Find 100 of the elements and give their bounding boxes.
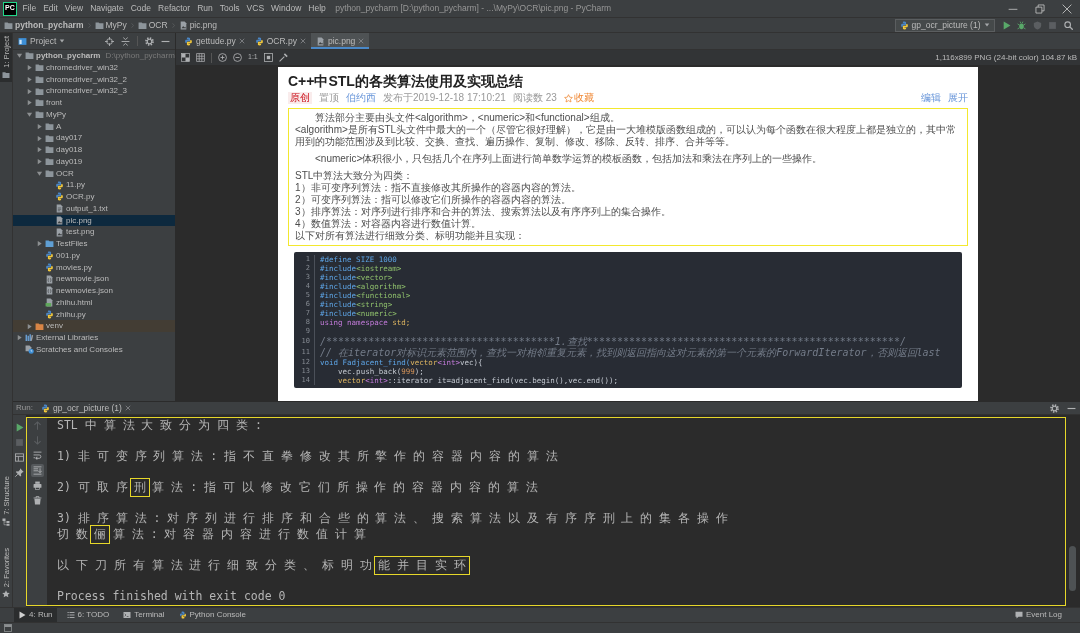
menu-item[interactable]: Navigate	[86, 1, 128, 16]
menu-item[interactable]: Tools	[216, 1, 244, 16]
project-view-dropdown[interactable]: Project	[18, 35, 66, 47]
tree-item[interactable]: Scratches and Consoles	[13, 343, 175, 356]
tree-item[interactable]: 001.py	[13, 249, 175, 262]
tree-item[interactable]: venv	[13, 320, 175, 332]
editor-tab[interactable]: OCR.py	[249, 33, 311, 49]
tree-item[interactable]: External Libraries	[13, 332, 175, 344]
search-icon[interactable]	[1063, 20, 1073, 30]
tree-item[interactable]: day018	[13, 144, 175, 156]
close-icon[interactable]	[299, 38, 306, 44]
tree-item[interactable]: chromedriver_win32_3	[13, 85, 175, 97]
breadcrumb[interactable]: python_pycharm	[4, 19, 84, 31]
menu-item[interactable]: Refactor	[154, 1, 194, 16]
image-file-icon	[55, 227, 64, 237]
tree-item[interactable]: 11.py	[13, 179, 175, 191]
run-icon[interactable]	[15, 423, 24, 432]
tree-item[interactable]: A	[13, 120, 175, 133]
right-triangle-icon[interactable]	[26, 75, 33, 83]
square-icon[interactable]	[4, 624, 12, 632]
down-triangle-icon[interactable]	[26, 111, 33, 119]
tree-item[interactable]: day017	[13, 132, 175, 144]
settings-icon[interactable]	[1050, 403, 1059, 413]
tool-window-button[interactable]: Event Log	[1010, 608, 1066, 622]
crosshair-icon[interactable]	[105, 36, 114, 46]
right-triangle-icon[interactable]	[26, 87, 33, 95]
menu-item[interactable]: VCS	[243, 1, 268, 16]
tree-item[interactable]: python_pycharm D:\python_pycharm	[13, 50, 175, 62]
eyedropper-icon[interactable]	[278, 53, 288, 62]
right-triangle-icon[interactable]	[36, 158, 43, 166]
menu-item[interactable]: View	[61, 1, 87, 16]
menu-item[interactable]: Run	[193, 1, 217, 16]
fit-to-window-icon[interactable]	[263, 53, 273, 62]
author-link[interactable]: 伯约西	[346, 92, 376, 104]
down-triangle-icon[interactable]	[16, 52, 23, 60]
collapse-all-icon[interactable]	[121, 36, 130, 46]
close-icon[interactable]	[124, 405, 131, 411]
post-action-link[interactable]: 编辑	[921, 92, 941, 104]
right-triangle-icon[interactable]	[16, 334, 23, 342]
close-icon[interactable]	[238, 38, 245, 44]
breadcrumb[interactable]: MyPy	[94, 19, 127, 31]
editor-tab[interactable]: pic.png	[310, 33, 370, 49]
right-triangle-icon[interactable]	[36, 122, 43, 130]
checkerboard-icon[interactable]	[181, 53, 190, 62]
tree-item[interactable]: zhihu.py	[13, 308, 175, 321]
menu-item[interactable]: Help	[304, 1, 330, 16]
soft-wrap-icon[interactable]	[32, 451, 42, 460]
zoom-in-icon[interactable]	[218, 53, 227, 62]
scroll-to-end-icon[interactable]	[30, 464, 44, 477]
tree-item[interactable]: output_1.txt	[13, 202, 175, 215]
menu-item[interactable]: Code	[127, 1, 155, 16]
tree-item[interactable]: newmovies.json	[13, 285, 175, 297]
tool-window-button[interactable]: Python Console	[174, 608, 250, 622]
trash-icon[interactable]	[32, 496, 42, 505]
menu-item[interactable]: Edit	[39, 1, 62, 16]
tree-item[interactable]: OCR	[13, 167, 175, 180]
right-triangle-icon[interactable]	[36, 146, 43, 154]
printer-icon[interactable]	[32, 481, 42, 490]
zoom-out-icon[interactable]	[233, 53, 242, 62]
settings-icon[interactable]	[145, 36, 154, 46]
tool-window-button[interactable]: 6: TODO	[62, 608, 114, 622]
tree-item[interactable]: MyPy	[13, 108, 175, 121]
down-triangle-icon[interactable]	[36, 169, 43, 177]
right-triangle-icon[interactable]	[36, 240, 43, 248]
python-file-icon	[45, 251, 54, 261]
tree-item[interactable]: test.png	[13, 226, 175, 238]
right-triangle-icon[interactable]	[26, 322, 33, 330]
editor-tab[interactable]: gettude.py	[179, 33, 250, 49]
tree-item[interactable]: chromedriver_win32	[13, 61, 175, 74]
tree-item[interactable]: pic.png	[13, 214, 175, 227]
run-tab[interactable]: gp_ocr_picture (1)	[40, 402, 131, 414]
run-config-dropdown[interactable]: gp_ocr_picture (1)	[894, 18, 995, 32]
tree-item[interactable]: day019	[13, 155, 175, 168]
tree-item[interactable]: newmovie.json	[13, 273, 175, 285]
post-action-link[interactable]: 展开	[948, 92, 968, 104]
right-triangle-icon[interactable]	[26, 64, 33, 72]
grid-icon[interactable]	[196, 53, 205, 62]
scrollbar-thumb[interactable]	[1069, 545, 1076, 591]
tool-window-button[interactable]: 4: Run	[14, 608, 57, 622]
tree-item[interactable]: OCR.py	[13, 191, 175, 203]
menu-item[interactable]: File	[19, 1, 40, 16]
tree-item[interactable]: TestFiles	[13, 238, 175, 250]
pin-icon[interactable]	[15, 468, 24, 477]
breadcrumb[interactable]: pic.png	[178, 19, 218, 31]
console-text: 算 法 : 指 可 以 修 改 它 们 所 操 作 的 容 器 内 容 的 算 法	[151, 480, 538, 496]
breadcrumb[interactable]: OCR	[137, 19, 168, 31]
close-icon[interactable]	[1061, 3, 1072, 14]
right-triangle-icon[interactable]	[26, 99, 33, 107]
tool-window-button[interactable]: Terminal	[119, 608, 169, 622]
bug-icon[interactable]	[1017, 20, 1027, 30]
tree-item[interactable]: chromedriver_win32_2	[13, 73, 175, 86]
html-file-icon	[45, 298, 54, 308]
run-icon[interactable]	[1001, 20, 1011, 30]
layout-icon[interactable]	[15, 453, 24, 462]
tree-item[interactable]: front	[13, 97, 175, 109]
restore-icon[interactable]	[1034, 3, 1045, 14]
tree-item[interactable]: zhihu.html	[13, 296, 175, 309]
tree-item[interactable]: movies.py	[13, 261, 175, 274]
menu-item[interactable]: Window	[267, 1, 305, 16]
right-triangle-icon[interactable]	[36, 134, 43, 142]
